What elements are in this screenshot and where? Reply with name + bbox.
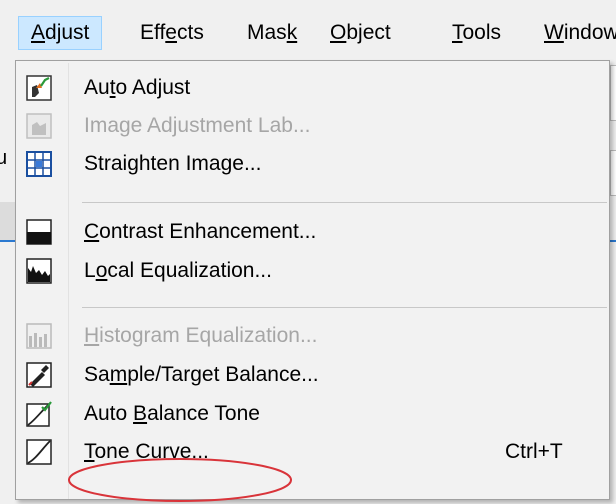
histogram-equalization-icon	[26, 323, 52, 349]
contrast-enhancement-icon	[26, 219, 52, 245]
auto-balance-tone-icon	[26, 401, 52, 427]
menu-mask[interactable]: Mask	[235, 16, 309, 50]
menu-item-sample-target-balance[interactable]: Sample/Target Balance...	[18, 356, 607, 394]
menu-item-histogram-equalization: Histogram Equalization...	[18, 317, 607, 355]
app-panel-fragment	[610, 65, 616, 121]
app-text-fragment: u	[0, 147, 8, 169]
menu-item-image-adjustment-lab: Image Adjustment Lab...	[18, 107, 607, 145]
menu-item-local-equalization[interactable]: Local Equalization...	[18, 252, 607, 290]
menu-item-auto-balance-tone[interactable]: Auto Balance Tone	[18, 395, 607, 433]
menu-bar: Adjust Effects Mask Object Tools Window	[0, 0, 616, 62]
app-panel-fragment-2	[610, 150, 616, 196]
tone-curve-shortcut: Ctrl+T	[505, 440, 563, 463]
tone-curve-icon	[26, 439, 52, 465]
menu-object[interactable]: Object	[318, 16, 403, 50]
sample-target-balance-icon	[26, 362, 52, 388]
local-equalization-icon	[26, 258, 52, 284]
adjust-dropdown-menu: Auto Adjust Image Adjustment Lab... Stra…	[15, 60, 610, 502]
image-adjustment-lab-icon	[26, 113, 52, 139]
menu-separator	[82, 307, 607, 308]
app-blue-divider	[0, 240, 15, 242]
auto-adjust-icon	[26, 75, 52, 101]
menu-separator	[82, 202, 607, 203]
menu-tools[interactable]: Tools	[440, 16, 513, 50]
menu-window[interactable]: Window	[532, 16, 616, 50]
menu-adjust[interactable]: Adjust	[18, 16, 103, 50]
menu-item-straighten-image[interactable]: Straighten Image...	[18, 145, 607, 183]
app-blue-divider-right	[610, 240, 616, 242]
menu-item-auto-adjust[interactable]: Auto Adjust	[18, 69, 607, 107]
app-toolbar-fragment	[0, 60, 15, 500]
app-tab-fragment	[0, 202, 15, 240]
menu-effects[interactable]: Effects	[128, 16, 216, 50]
menu-item-contrast-enhancement[interactable]: Contrast Enhancement...	[18, 213, 607, 251]
annotation-ellipse	[68, 458, 292, 502]
straighten-image-icon	[26, 151, 52, 177]
